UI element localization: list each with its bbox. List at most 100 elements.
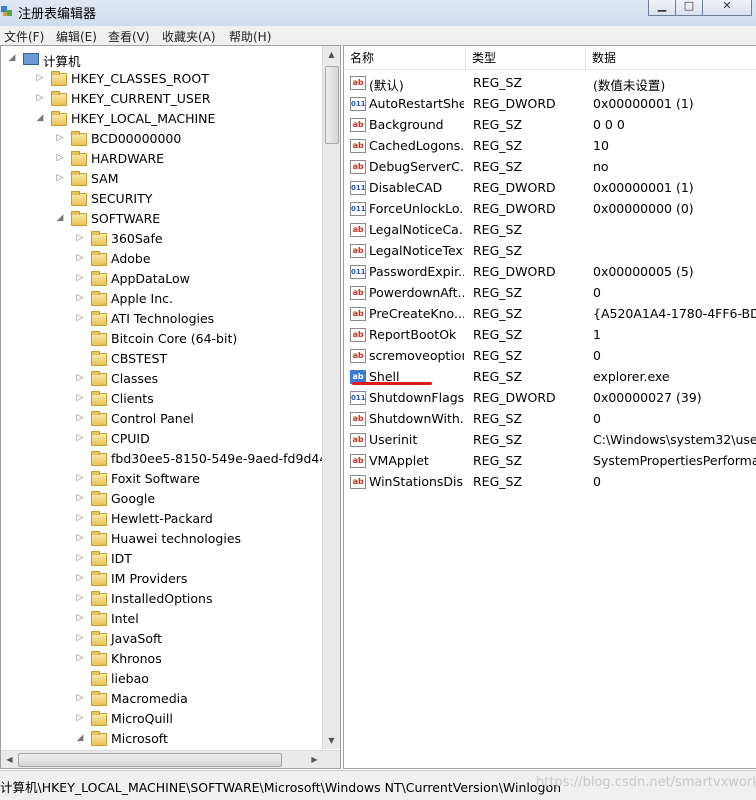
registry-value-row[interactable]: abWinStationsDis... REG_SZ 0 [344,472,756,493]
collapsed-arrow-icon[interactable]: ▷ [75,253,85,263]
regedit-app-icon [0,4,14,18]
tree-item-label: Khronos [111,651,162,666]
tree-scroll-thumb[interactable] [325,66,339,144]
string-value-icon: ab [350,286,366,300]
collapsed-arrow-icon[interactable]: ▷ [75,593,85,603]
value-name: LegalNoticeText [369,243,464,258]
menu-edit[interactable]: 编辑(E) [56,28,97,45]
value-data: 0 [593,285,601,300]
collapsed-arrow-icon[interactable]: ▷ [55,153,65,163]
folder-icon [91,471,107,486]
menu-file[interactable]: 文件(F) [4,28,44,45]
column-header-name[interactable]: 名称 [344,46,466,70]
registry-value-row[interactable]: ab CachedLogons... REG_SZ 10 [344,136,756,157]
menu-help[interactable]: 帮助(H) [229,28,271,45]
registry-value-row[interactable]: 011 ForceUnlockLo... REG_DWORD 0x00000000 (… [344,199,756,220]
string-value-icon: ab [350,223,366,237]
folder-icon [91,551,107,566]
registry-value-row[interactable]: ab PowerdownAft... REG_SZ 0 [344,283,756,304]
expanded-arrow-icon[interactable]: ◢ [55,213,65,223]
folder-icon [51,71,67,86]
registry-value-row[interactable]: 011 PasswordExpir... REG_DWORD 0x00000005 (… [344,262,756,283]
menu-bar: 文件(F) 编辑(E) 查看(V) 收藏夹(A) 帮助(H) [0,26,756,46]
value-type: REG_DWORD [473,264,556,279]
scroll-down-icon[interactable]: ▼ [323,732,340,749]
collapsed-arrow-icon[interactable]: ▷ [75,713,85,723]
value-data: 0x00000000 (0) [593,201,694,216]
minimize-button[interactable]: ▁ [648,0,676,16]
tree-vertical-scrollbar[interactable]: ▲ ▼ [322,46,340,749]
expanded-arrow-icon[interactable]: ◢ [7,53,17,63]
scroll-right-icon[interactable]: ▶ [306,751,323,768]
value-data: 0 0 0 [593,117,625,132]
registry-value-row[interactable]: 011 AutoRestartShell REG_DWORD 0x00000001 (… [344,94,756,115]
menu-view[interactable]: 查看(V) [108,28,150,45]
close-button[interactable]: ✕ [702,0,752,16]
value-name: CachedLogons... [369,138,464,153]
tree-item-label: HARDWARE [91,151,165,166]
expanded-arrow-icon[interactable]: ◢ [75,733,85,743]
registry-value-row[interactable]: ab ShutdownWith... REG_SZ 0 [344,409,756,430]
folder-icon [91,371,107,386]
registry-value-row[interactable]: ab ReportBootOk REG_SZ 1 [344,325,756,346]
collapsed-arrow-icon[interactable]: ▷ [75,653,85,663]
collapsed-arrow-icon[interactable]: ▷ [75,473,85,483]
registry-value-row[interactable]: ab Userinit REG_SZ C:\Windows\system32\user [344,430,756,451]
values-list-pane: 名称 类型 数据 ab (默认) REG_SZ (数值未设置) 011 AutoResta… [343,45,756,769]
collapsed-arrow-icon[interactable]: ▷ [75,633,85,643]
collapsed-arrow-icon[interactable]: ▷ [75,533,85,543]
folder-icon [91,711,107,726]
tree-item-label: Huawei technologies [111,531,242,546]
collapsed-arrow-icon[interactable]: ▷ [75,393,85,403]
scroll-left-icon[interactable]: ◀ [1,751,18,768]
column-header-type[interactable]: 类型 [466,46,586,70]
expanded-arrow-icon[interactable]: ◢ [35,113,45,123]
registry-value-row[interactable]: ab scremoveoption REG_SZ 0 [344,346,756,367]
tree-item-label: SOFTWARE [91,211,161,226]
value-type: REG_SZ [473,474,523,489]
registry-value-row[interactable]: ab PreCreateKno... REG_SZ {A520A1A4-1780-4F… [344,304,756,325]
collapsed-arrow-icon[interactable]: ▷ [75,693,85,703]
menu-favorites[interactable]: 收藏夹(A) [162,28,216,45]
tree-horizontal-scrollbar[interactable]: ◀ ▶ [1,750,340,768]
value-type: REG_SZ [473,159,523,174]
string-value-icon: ab [350,244,366,258]
value-name: DebugServerC... [369,159,464,174]
value-name: PreCreateKno... [369,306,464,321]
folder-icon [91,591,107,606]
registry-value-row[interactable]: 011 ShutdownFlags REG_DWORD 0x00000027 (39) [344,388,756,409]
collapsed-arrow-icon[interactable]: ▷ [75,553,85,563]
collapsed-arrow-icon[interactable]: ▷ [35,93,45,103]
registry-value-row[interactable]: ab Background REG_SZ 0 0 0 [344,115,756,136]
collapsed-arrow-icon[interactable]: ▷ [75,613,85,623]
binary-value-icon: 011 [350,181,366,195]
collapsed-arrow-icon[interactable]: ▷ [75,233,85,243]
collapsed-arrow-icon[interactable]: ▷ [75,313,85,323]
collapsed-arrow-icon[interactable]: ▷ [35,73,45,83]
value-type: REG_SZ [473,243,523,258]
registry-value-row[interactable]: ab (默认) REG_SZ (数值未设置) [344,73,756,94]
scroll-up-icon[interactable]: ▲ [323,46,340,63]
value-data: 10 [593,138,609,153]
collapsed-arrow-icon[interactable]: ▷ [75,273,85,283]
tree-hscroll-thumb[interactable] [18,753,282,767]
value-type: REG_DWORD [473,96,556,111]
collapsed-arrow-icon[interactable]: ▷ [75,293,85,303]
collapsed-arrow-icon[interactable]: ▷ [75,513,85,523]
collapsed-arrow-icon[interactable]: ▷ [75,413,85,423]
collapsed-arrow-icon[interactable]: ▷ [55,173,65,183]
registry-value-row[interactable]: ab VMApplet REG_SZ SystemPropertiesPerforma [344,451,756,472]
tree-item-label: Microsoft [111,731,168,746]
collapsed-arrow-icon[interactable]: ▷ [55,133,65,143]
registry-value-row[interactable]: ab DebugServerC... REG_SZ no [344,157,756,178]
maximize-button[interactable]: □ [675,0,703,16]
registry-value-row[interactable]: ab LegalNoticeCa... REG_SZ [344,220,756,241]
collapsed-arrow-icon[interactable]: ▷ [75,433,85,443]
collapsed-arrow-icon[interactable]: ▷ [75,373,85,383]
registry-value-row[interactable]: ab LegalNoticeText REG_SZ [344,241,756,262]
column-header-data[interactable]: 数据 [586,46,756,70]
folder-icon [91,251,107,266]
collapsed-arrow-icon[interactable]: ▷ [75,493,85,503]
registry-value-row[interactable]: 011 DisableCAD REG_DWORD 0x00000001 (1) [344,178,756,199]
collapsed-arrow-icon[interactable]: ▷ [75,573,85,583]
